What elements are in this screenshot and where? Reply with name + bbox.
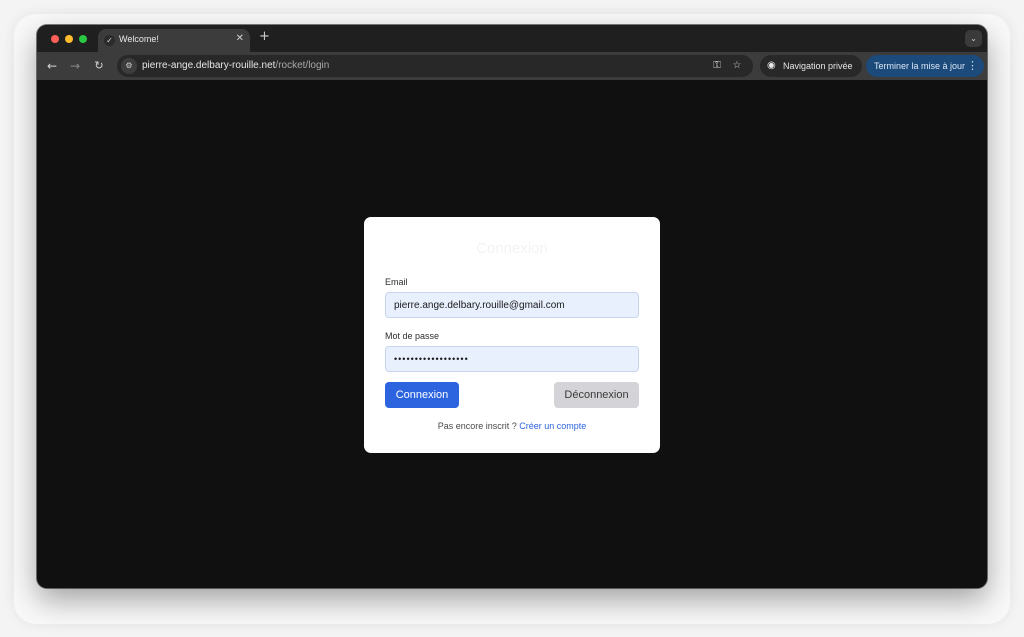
password-field[interactable] [385, 346, 639, 372]
email-label: Email [385, 277, 408, 287]
address-bar[interactable]: ⚙ pierre-ange.delbary-rouille.net/rocket… [117, 55, 753, 77]
url-text[interactable]: pierre-ange.delbary-rouille.net/rocket/l… [142, 60, 329, 71]
url-domain: pierre-ange.delbary-rouille.net [142, 60, 276, 71]
update-label: Terminer la mise à jour [874, 61, 966, 71]
forward-arrow-icon[interactable]: → [67, 58, 83, 74]
tab-title: Welcome! [119, 34, 159, 44]
finish-update-button[interactable]: Terminer la mise à jour ⋮ [866, 55, 984, 77]
new-tab-icon[interactable]: + [259, 30, 270, 44]
signup-prompt: Pas encore inscrit ? Créer un compte [364, 421, 660, 431]
bookmark-star-icon[interactable]: ☆ [729, 58, 745, 74]
logout-button[interactable]: Déconnexion [554, 382, 639, 408]
back-arrow-icon[interactable]: ← [44, 58, 60, 74]
create-account-link[interactable]: Créer un compte [519, 421, 586, 431]
password-label: Mot de passe [385, 331, 440, 341]
login-button[interactable]: Connexion [385, 382, 459, 408]
email-field[interactable] [385, 292, 639, 318]
close-window-button[interactable] [51, 35, 59, 43]
more-menu-icon[interactable]: ⋮ [967, 58, 978, 74]
site-settings-icon[interactable]: ⚙ [121, 58, 137, 74]
password-key-icon[interactable]: ⚿ [709, 58, 725, 74]
minimize-window-button[interactable] [65, 35, 73, 43]
tab-search-chevron-icon[interactable]: ⌄ [965, 30, 982, 47]
url-path: /rocket/login [275, 60, 330, 71]
incognito-label: Navigation privée [783, 61, 853, 71]
rocket-favicon-icon: ✓ [104, 35, 115, 46]
reload-icon[interactable]: ↻ [91, 58, 107, 74]
page-content: Connexion Email Mot de passe Connexion D… [37, 80, 987, 588]
tab-welcome[interactable]: ✓ Welcome! ✕ [98, 29, 250, 52]
close-tab-icon[interactable]: ✕ [236, 33, 244, 45]
incognito-indicator[interactable]: ◉ Navigation privée [760, 55, 862, 77]
browser-window: ✓ Welcome! ✕ + ⌄ ← → ↻ ⚙ pierre-ange.del… [37, 25, 987, 588]
tab-strip: ✓ Welcome! ✕ + ⌄ [37, 25, 987, 52]
login-card: Connexion Email Mot de passe Connexion D… [364, 217, 660, 453]
browser-toolbar: ← → ↻ ⚙ pierre-ange.delbary-rouille.net/… [37, 52, 987, 80]
incognito-icon: ◉ [767, 60, 776, 71]
page-title: Connexion [476, 240, 548, 257]
maximize-window-button[interactable] [79, 35, 87, 43]
signup-prompt-text: Pas encore inscrit ? [437, 421, 517, 431]
